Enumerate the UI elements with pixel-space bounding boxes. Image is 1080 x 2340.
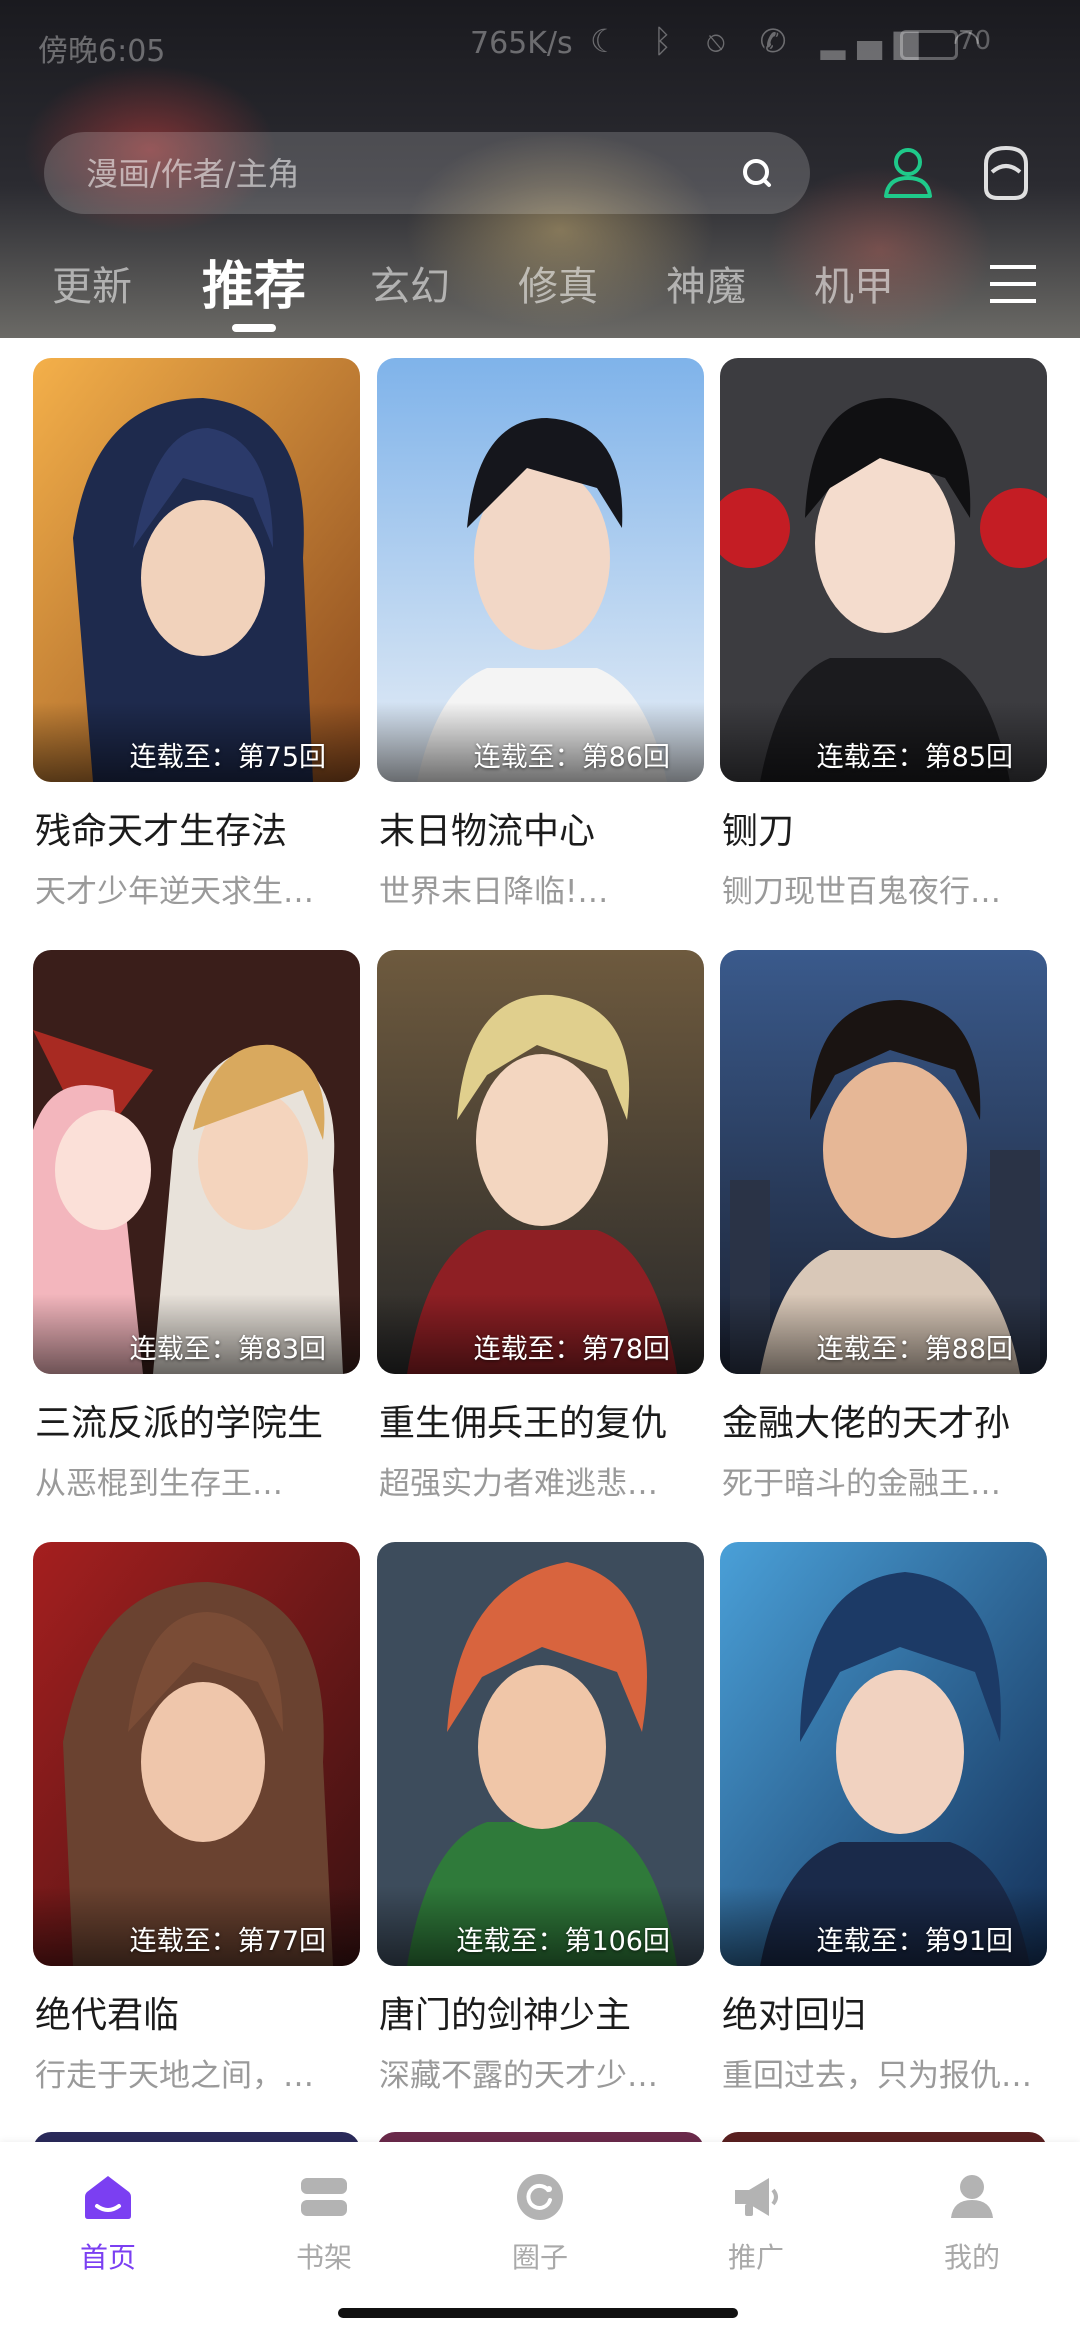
- bookshelf-icon: [301, 2178, 347, 2216]
- comic-cover[interactable]: 连载至：第78回: [377, 950, 704, 1374]
- home-icon: [85, 2176, 131, 2219]
- comic-card[interactable]: 连载至：第83回 三流反派的学院生 从恶棍到生存王…: [33, 950, 360, 1502]
- comic-card[interactable]: 连载至：第86回 末日物流中心 世界末日降临!…: [377, 358, 704, 910]
- comic-cover[interactable]: 连载至：第106回: [377, 1542, 704, 1966]
- nav-promote[interactable]: 推广: [686, 2172, 826, 2292]
- circle-icon: [517, 2174, 563, 2220]
- nav-label: 推广: [727, 2241, 784, 2274]
- nav-mine[interactable]: 我的: [902, 2172, 1042, 2292]
- tab-cultivation[interactable]: 修真: [518, 254, 598, 312]
- network-speed: 765K/s: [470, 26, 573, 61]
- episode-badge: 连载至：第78回: [473, 1334, 670, 1365]
- episode-badge: 连载至：第83回: [129, 1334, 326, 1365]
- comic-description: 超强实力者难逃悲…: [379, 1466, 658, 1502]
- comic-description: 深藏不露的天才少…: [379, 2058, 658, 2094]
- comic-cover[interactable]: 连载至：第88回: [720, 950, 1047, 1374]
- comic-card[interactable]: 连载至：第106回 唐门的剑神少主 深藏不露的天才少…: [377, 1542, 704, 2094]
- comic-title[interactable]: 三流反派的学院生: [35, 1394, 323, 1446]
- comic-card[interactable]: 连载至：第88回 金融大佬的天才孙 死于暗斗的金融王…: [720, 950, 1047, 1502]
- nav-label: 圈子: [511, 2241, 568, 2274]
- comic-description: 重回过去，只为报仇…: [722, 2058, 1032, 2094]
- tab-mecha[interactable]: 机甲: [814, 254, 894, 312]
- comic-cover[interactable]: 连载至：第83回: [33, 950, 360, 1374]
- comic-title[interactable]: 绝代君临: [35, 1986, 179, 2038]
- comic-description: 从恶棍到生存王…: [35, 1466, 283, 1502]
- tab-update[interactable]: 更新: [52, 254, 132, 312]
- episode-badge: 连载至：第106回: [456, 1926, 670, 1957]
- mask-icon[interactable]: [976, 142, 1036, 202]
- comic-title[interactable]: 铡刀: [722, 802, 794, 854]
- comic-description: 行走于天地之间，…: [35, 2058, 314, 2094]
- comic-cover[interactable]: 连载至：第75回: [33, 358, 360, 782]
- tab-recommend[interactable]: 推荐: [202, 244, 306, 319]
- user-icon[interactable]: [878, 142, 938, 202]
- menu-icon[interactable]: [988, 262, 1038, 306]
- comic-cover[interactable]: 连载至：第91回: [720, 1542, 1047, 1966]
- search-icon[interactable]: [738, 154, 776, 192]
- status-time: 傍晚6:05: [38, 34, 166, 69]
- tab-fantasy[interactable]: 玄幻: [370, 254, 450, 312]
- comic-cover[interactable]: 连载至：第77回: [33, 1542, 360, 1966]
- nav-home[interactable]: 首页: [38, 2172, 178, 2292]
- tab-gods-demons[interactable]: 神魔: [666, 254, 746, 312]
- comic-title[interactable]: 唐门的剑神少主: [379, 1986, 631, 2038]
- comic-card[interactable]: 连载至：第77回 绝代君临 行走于天地之间，…: [33, 1542, 360, 2094]
- home-indicator[interactable]: [338, 2308, 738, 2318]
- comic-description: 铡刀现世百鬼夜行…: [722, 874, 1001, 910]
- nav-label: 书架: [295, 2241, 352, 2274]
- episode-badge: 连载至：第88回: [816, 1334, 1013, 1365]
- nav-bookshelf[interactable]: 书架: [254, 2172, 394, 2292]
- search-input[interactable]: [84, 150, 708, 198]
- nav-label: 首页: [79, 2241, 136, 2274]
- profile-icon: [951, 2175, 993, 2218]
- comic-cover[interactable]: 连载至：第85回: [720, 358, 1047, 782]
- comic-title[interactable]: 绝对回归: [722, 1986, 866, 2038]
- comic-title[interactable]: 重生佣兵王的复仇: [379, 1394, 667, 1446]
- comic-cover[interactable]: 连载至：第86回: [377, 358, 704, 782]
- nav-circle[interactable]: 圈子: [470, 2172, 610, 2292]
- comic-description: 死于暗斗的金融王…: [722, 1466, 1001, 1502]
- battery-level: 70: [958, 26, 992, 56]
- episode-badge: 连载至：第85回: [816, 742, 1013, 773]
- category-tabs: 更新 推荐 玄幻 修真 神魔 机甲: [0, 240, 1080, 338]
- episode-badge: 连载至：第86回: [473, 742, 670, 773]
- nav-label: 我的: [943, 2241, 1000, 2274]
- comic-card[interactable]: 连载至：第78回 重生佣兵王的复仇 超强实力者难逃悲…: [377, 950, 704, 1502]
- comic-card[interactable]: 连载至：第91回 绝对回归 重回过去，只为报仇…: [720, 1542, 1047, 2094]
- comic-title[interactable]: 残命天才生存法: [35, 802, 287, 854]
- episode-badge: 连载至：第75回: [129, 742, 326, 773]
- comic-title[interactable]: 金融大佬的天才孙: [722, 1394, 1010, 1446]
- comic-card[interactable]: 连载至：第75回 残命天才生存法 天才少年逆天求生…: [33, 358, 360, 910]
- search-bar[interactable]: [44, 132, 810, 214]
- comic-title[interactable]: 末日物流中心: [379, 802, 595, 854]
- episode-badge: 连载至：第77回: [129, 1926, 326, 1957]
- header: 傍晚6:05 765K/s ☾ ᛒ ⍉ ✆ ▂▄▆ ◠ 70 更新 推荐 玄幻 …: [0, 0, 1080, 338]
- megaphone-icon: [735, 2178, 778, 2216]
- comic-card[interactable]: 连载至：第85回 铡刀 铡刀现世百鬼夜行…: [720, 358, 1047, 910]
- comic-description: 世界末日降临!…: [379, 874, 609, 910]
- episode-badge: 连载至：第91回: [816, 1926, 1013, 1957]
- battery-icon: [900, 30, 958, 60]
- tab-active-indicator: [232, 324, 276, 332]
- comic-description: 天才少年逆天求生…: [35, 874, 314, 910]
- status-bar: 傍晚6:05 765K/s ☾ ᛒ ⍉ ✆ ▂▄▆ ◠ 70: [0, 0, 1080, 90]
